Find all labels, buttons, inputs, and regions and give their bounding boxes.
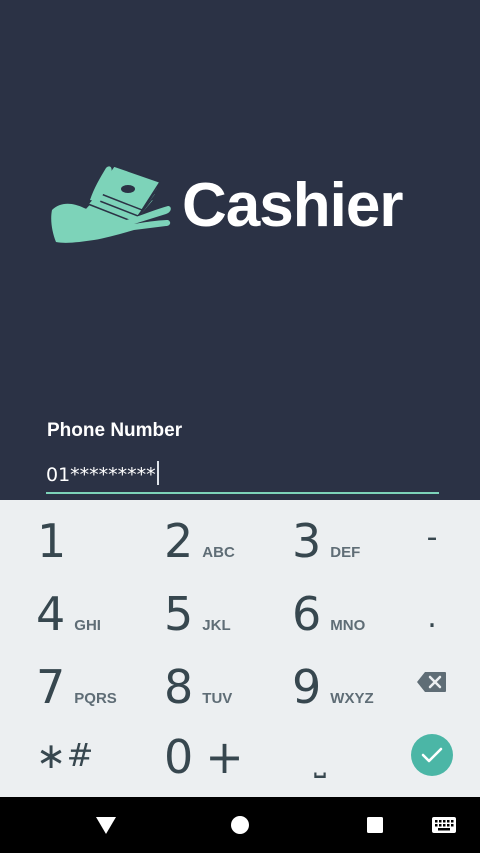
key-7[interactable]: 7 PQRS	[36, 664, 117, 710]
check-icon	[421, 747, 443, 763]
key-5[interactable]: 5 JKL	[164, 591, 231, 637]
hand-holding-cash-icon	[51, 165, 171, 243]
key-4[interactable]: 4 GHI	[36, 591, 101, 637]
app-screen: Cashier Phone Number 01*********	[0, 0, 480, 500]
backspace-icon[interactable]	[416, 670, 448, 694]
recents-square-icon[interactable]	[365, 815, 385, 835]
brand-name: Cashier	[182, 171, 403, 240]
key-hash[interactable]: #	[66, 736, 94, 774]
back-triangle-icon[interactable]	[94, 814, 118, 836]
key-dot[interactable]: .	[424, 600, 440, 635]
home-circle-icon[interactable]	[229, 814, 251, 836]
key-0-plus[interactable]: 0 +	[164, 734, 244, 780]
phone-number-label: Phone Number	[47, 420, 183, 441]
cashier-logo: Cashier	[50, 162, 435, 250]
phone-number-value: 01*********	[46, 461, 159, 486]
key-3[interactable]: 3 DEF	[292, 518, 360, 564]
phone-number-field[interactable]: 01*********	[46, 458, 439, 494]
key-space[interactable]: ⎵	[302, 744, 338, 779]
text-cursor	[156, 461, 159, 485]
key-2[interactable]: 2 ABC	[164, 518, 235, 564]
key-6[interactable]: 6 MNO	[292, 591, 365, 637]
numeric-keypad: 1 2 ABC 3 DEF - 4 GHI 5 JKL 6 MNO . 7 PQ…	[0, 500, 480, 797]
done-button[interactable]	[411, 734, 453, 776]
keyboard-icon[interactable]	[430, 815, 458, 835]
key-1[interactable]: 1	[37, 518, 66, 564]
system-navigation-bar	[0, 797, 480, 853]
key-8[interactable]: 8 TUV	[164, 664, 232, 710]
key-minus[interactable]: -	[420, 520, 444, 555]
key-star[interactable]: ∗	[36, 736, 66, 777]
key-9[interactable]: 9 WXYZ	[292, 664, 374, 710]
